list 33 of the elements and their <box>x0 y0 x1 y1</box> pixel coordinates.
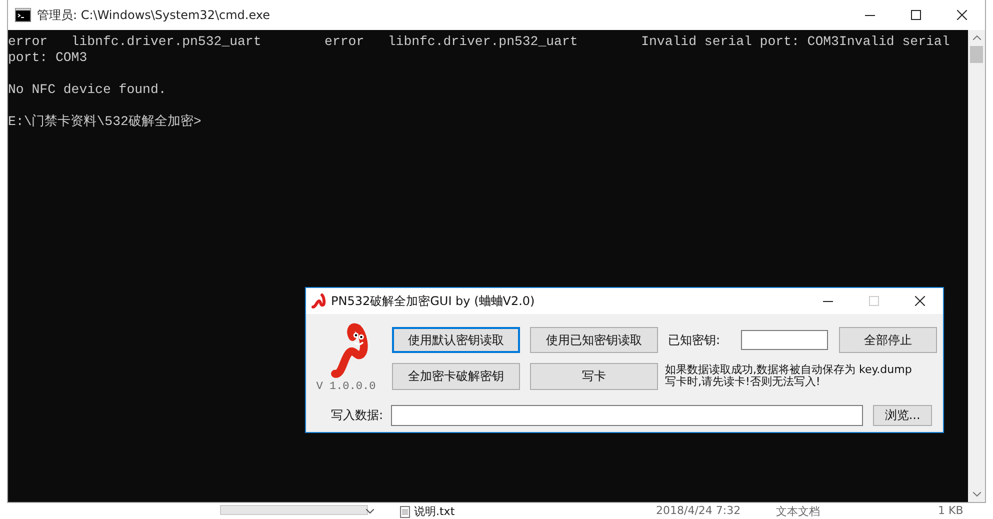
file-date: 2018/4/24 7:32 <box>656 504 741 517</box>
action-button[interactable]: 写卡 <box>530 363 658 390</box>
action-button[interactable]: 全加密卡破解密钥 <box>392 363 520 390</box>
console-line: error libnfc.driver.pn532_uart error libnfc.driver.pn532_uart Invalid serial port: COM3Invalid serial <box>8 34 951 50</box>
maximize-icon[interactable] <box>911 10 921 20</box>
version-label: V 1.0.0.0 <box>316 381 376 393</box>
action-button[interactable]: 使用默认密钥读取 <box>392 327 520 353</box>
write-data-label: 写入数据: <box>331 407 384 424</box>
caret-icon[interactable] <box>366 509 374 514</box>
info-note: 如果数据读取成功,数据将被自动保存为 key.dump 写卡时,请先读卡!否则无法写入! <box>665 363 913 390</box>
console-line: port: COM3 <box>8 50 88 66</box>
stop-all-button[interactable]: 全部停止 <box>839 327 937 353</box>
console-line: E:\门禁卡资料\532破解全加密> <box>8 114 202 130</box>
write-data-field[interactable] <box>391 405 864 426</box>
known-key-label: 已知密钥: <box>668 332 722 348</box>
file-type: 文本文档 <box>776 504 820 519</box>
dialog-title: PN532破解全加密GUI by (蛐蛐V2.0) <box>331 292 535 310</box>
scroll-down-icon[interactable] <box>972 492 980 497</box>
worm-icon <box>311 293 327 309</box>
scrollbar[interactable] <box>968 30 985 502</box>
scrollbar[interactable] <box>220 505 368 515</box>
console-line: No NFC device found. <box>8 82 168 98</box>
close-icon[interactable] <box>915 296 925 306</box>
scroll-thumb[interactable] <box>970 46 983 63</box>
console-icon <box>15 8 31 22</box>
scroll-up-icon[interactable] <box>972 35 980 40</box>
window-title: 管理员: C:\Windows\System32\cmd.exe <box>37 6 270 24</box>
action-button[interactable]: 使用已知密钥读取 <box>530 327 658 353</box>
file-name[interactable]: 说明.txt <box>414 504 455 519</box>
browse-button[interactable]: 浏览... <box>873 405 932 426</box>
close-icon[interactable] <box>957 10 967 20</box>
file-size: 1 KB <box>938 504 964 517</box>
known-key-field[interactable] <box>741 330 828 350</box>
